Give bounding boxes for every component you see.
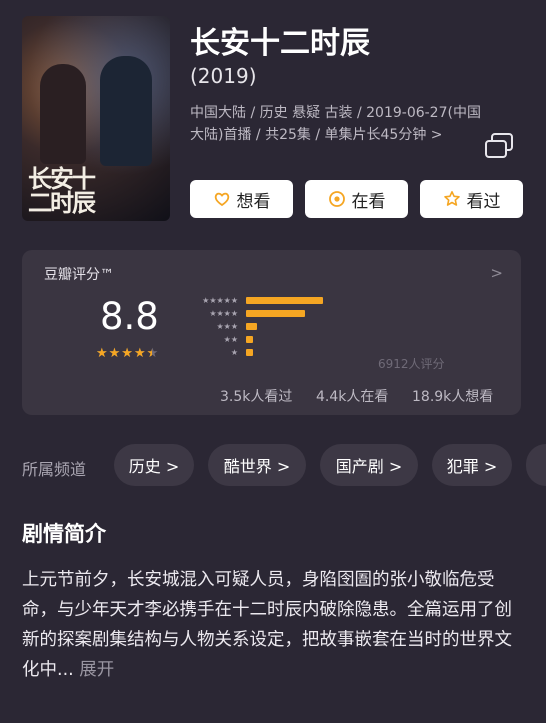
show-meta-line-2: 大陆)首播 / 共25集 / 单集片长45分钟 > — [190, 127, 443, 143]
watching-label: 在看 — [351, 191, 386, 212]
watched-count[interactable]: 3.5k人看过 — [220, 386, 292, 406]
heart-icon — [214, 192, 229, 207]
poster-figure-right — [100, 56, 152, 166]
watching-button[interactable]: 在看 — [305, 180, 408, 218]
rating-bar-row: ★★ — [188, 333, 428, 346]
poster-figure-left — [40, 64, 86, 164]
target-icon — [328, 191, 345, 207]
rating-bar-2 — [246, 336, 254, 343]
bar-stars-label: ★ — [230, 348, 238, 357]
show-meta-line-1: 中国大陆 / 历史 悬疑 古装 / 2019-06-27(中国 — [190, 105, 481, 121]
rating-bar-1 — [246, 349, 254, 356]
synopsis-title: 剧情简介 — [22, 522, 106, 546]
watched-label: 看过 — [466, 191, 501, 212]
want-count[interactable]: 18.9k人想看 — [412, 386, 493, 406]
rating-score: 8.8 — [100, 295, 159, 338]
score-stars-filled: ★★★★★ — [96, 346, 152, 361]
expand-link[interactable]: 展开 — [79, 660, 114, 680]
star-icon — [443, 191, 460, 206]
channel-chip-crime[interactable]: 犯罪 > — [432, 444, 512, 486]
release-year: (2019) — [190, 64, 257, 88]
bar-stars-label: ★★★★★ — [202, 296, 238, 305]
bar-stars-label: ★★★★ — [209, 309, 238, 318]
multi-window-icon[interactable] — [484, 132, 514, 160]
channel-label: 所属频道 — [22, 460, 87, 479]
chevron-right-icon[interactable]: > — [490, 264, 503, 282]
rating-card[interactable]: 豆瓣评分™ > 8.8 ★★★★★ ★★★★ ★ ★★★★ ★ ★★★ ★ ★★ ★ ★… — [22, 250, 521, 415]
rating-bar-row: ★★★ — [188, 320, 428, 333]
poster-image[interactable]: 长安十二时辰 — [22, 16, 170, 221]
watched-button[interactable]: 看过 — [420, 180, 523, 218]
channel-chip-cool-world[interactable]: 酷世界 > — [208, 444, 306, 486]
want-to-watch-button[interactable]: 想看 — [190, 180, 293, 218]
rating-bar-row: ★★★★★ — [188, 294, 428, 307]
douban-rating-label: 豆瓣评分™ — [44, 267, 114, 283]
show-meta[interactable]: 中国大陆 / 历史 悬疑 古装 / 2019-06-27(中国 大陆)首播 / … — [190, 102, 530, 146]
channel-chip-history[interactable]: 历史 > — [114, 444, 194, 486]
bar-stars-label: ★★ — [223, 335, 238, 344]
want-to-watch-label: 想看 — [236, 191, 271, 212]
channel-chip-domestic-drama[interactable]: 国产剧 > — [320, 444, 418, 486]
synopsis-text: 上元节前夕，长安城混入可疑人员，身陷囹圄的张小敬临危受命，与少年天才李必携手在十… — [22, 565, 524, 685]
poster-title: 长安十二时辰 — [28, 164, 96, 217]
bar-stars-label: ★★★ — [216, 322, 238, 331]
rating-count: 6912人评分 — [378, 357, 445, 371]
rating-bar-3 — [246, 323, 257, 330]
rating-bar-5 — [246, 297, 324, 304]
page-title: 长安十二时辰 — [190, 26, 370, 61]
rating-bar-4 — [246, 310, 306, 317]
rating-distribution: ★★★★★ ★★★★ ★★★ ★★ ★ — [188, 294, 428, 359]
rating-bar-row: ★★★★ — [188, 307, 428, 320]
watching-count[interactable]: 4.4k人在看 — [316, 386, 388, 406]
channel-chip-partial[interactable] — [526, 444, 546, 486]
score-stars: ★★★★★ ★★★★★ — [96, 346, 159, 361]
